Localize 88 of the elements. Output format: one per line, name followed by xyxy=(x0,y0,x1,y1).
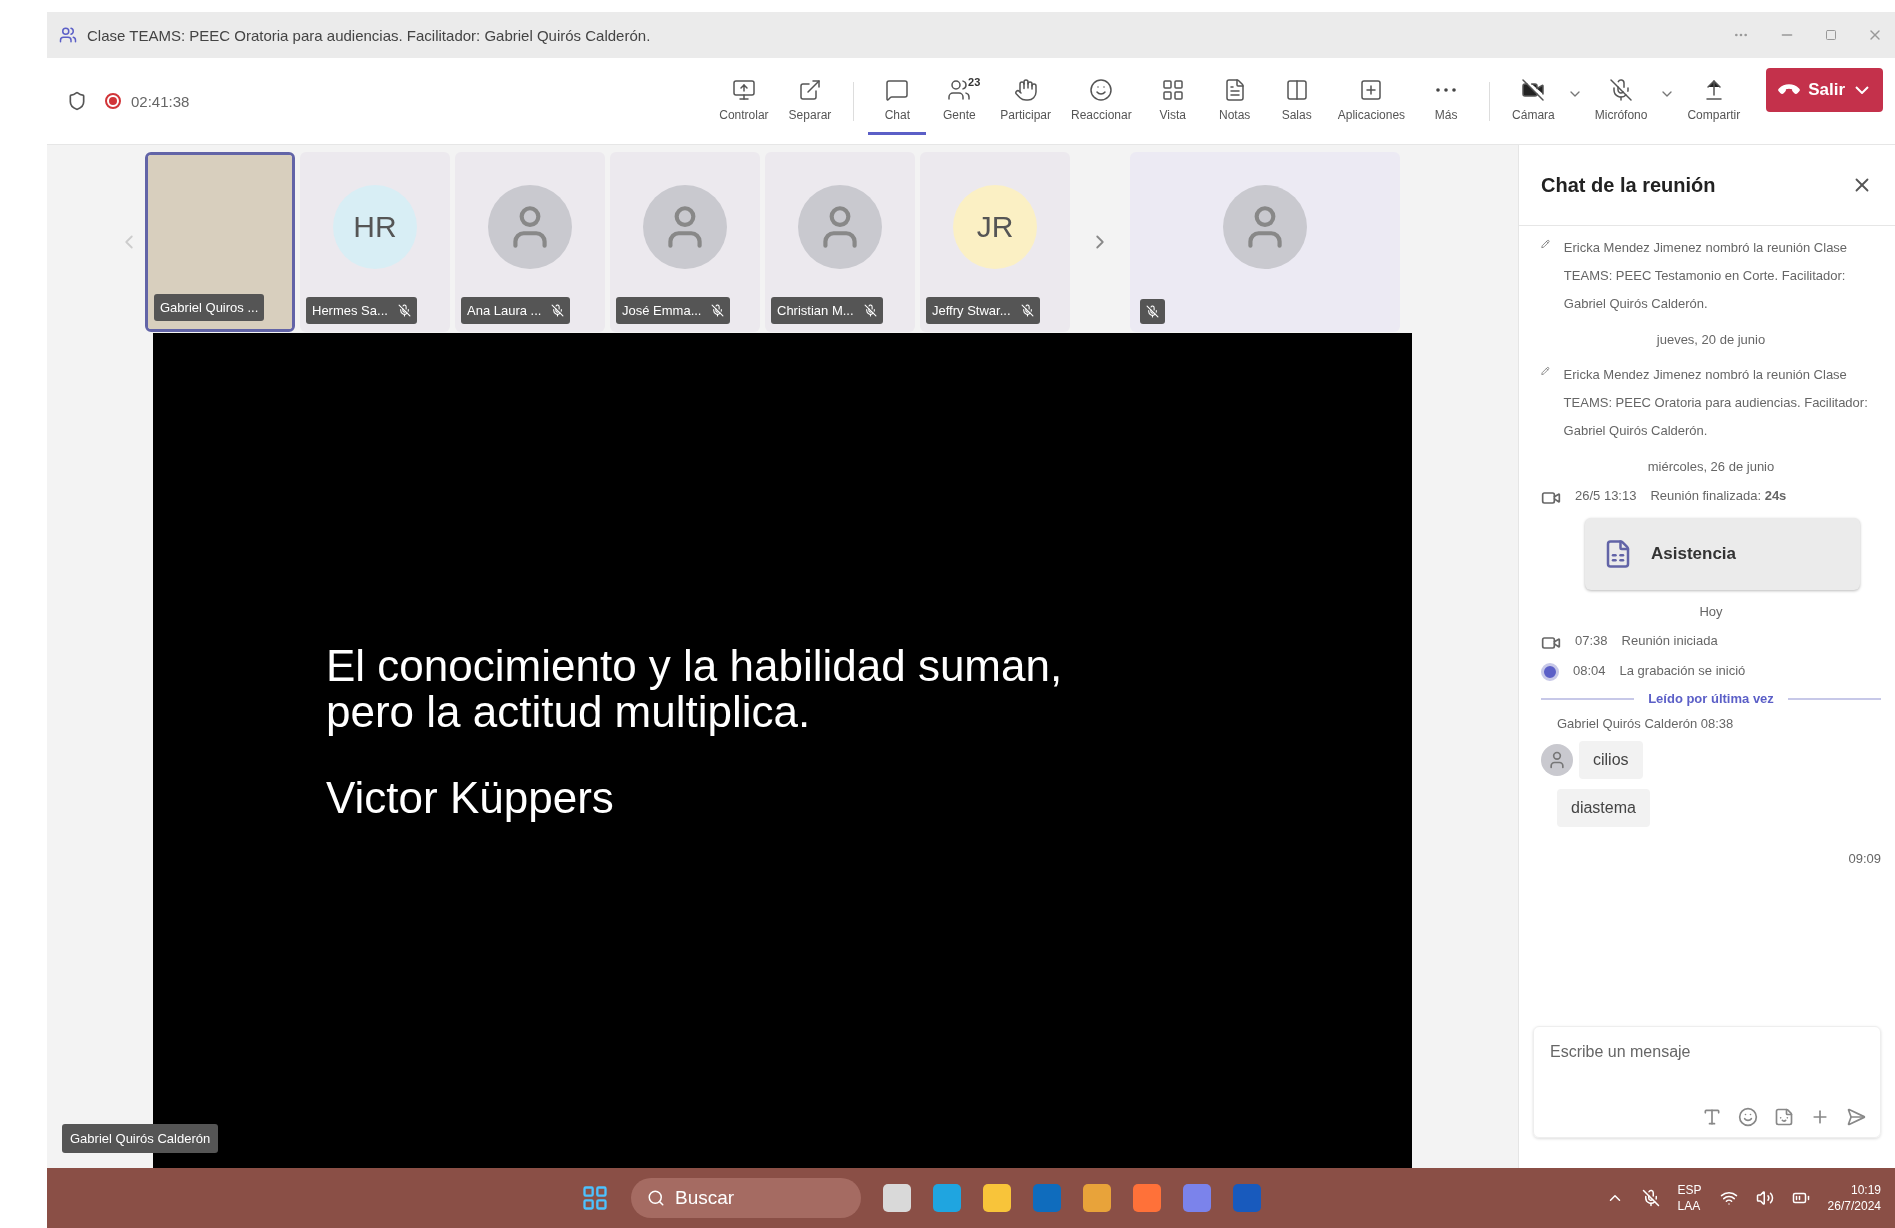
date-label: miércoles, 26 de junio xyxy=(1647,459,1775,474)
device-button[interactable]: Cámara xyxy=(1504,67,1563,135)
chat-title: Chat de la reunión xyxy=(1541,173,1716,197)
recording-icon xyxy=(1541,663,1559,681)
maximize-icon[interactable] xyxy=(1825,29,1837,41)
toolbar-button[interactable]: Vista xyxy=(1143,67,1202,135)
pop-out-icon xyxy=(797,77,822,102)
message-bubble: cilios xyxy=(1579,741,1643,779)
taskbar-app-icon[interactable] xyxy=(933,1184,961,1212)
quote-text: El conocimiento y la habilidad suman, xyxy=(326,643,1064,689)
apps-icon xyxy=(1359,77,1384,102)
participant-name: José Emma... xyxy=(616,296,731,324)
message-time: 09:09 xyxy=(1848,851,1881,866)
event-time: 07:38 xyxy=(1575,633,1608,648)
emoji-icon[interactable] xyxy=(1738,1107,1758,1127)
rooms-icon xyxy=(1284,77,1309,102)
participant-tile[interactable]: Gabriel Quiros ... xyxy=(145,151,295,332)
date-label: jueves, 20 de junio xyxy=(1656,332,1766,347)
toolbar-button[interactable]: Aplicaciones xyxy=(1329,67,1414,135)
participant-name: Gabriel Quiros ... xyxy=(154,293,265,321)
taskbar-search[interactable]: Buscar xyxy=(631,1178,861,1218)
device-button[interactable]: Compartir xyxy=(1679,67,1749,135)
toolbar-button[interactable]: Notas xyxy=(1205,67,1264,135)
taskbar-app-icon[interactable] xyxy=(983,1184,1011,1212)
participant-tile[interactable]: Christian M... xyxy=(765,151,915,332)
meeting-timer: 02:41:38 xyxy=(131,92,190,110)
participant-tile[interactable]: JR Jeffry Stwar... xyxy=(920,151,1070,332)
event-text: La grabación se inició xyxy=(1619,663,1746,678)
toolbar-button[interactable]: Chat xyxy=(868,67,927,135)
grid-icon xyxy=(1160,77,1185,102)
taskbar-app-icon[interactable] xyxy=(883,1184,911,1212)
last-read-label: Leído por última vez xyxy=(1648,691,1774,706)
event-text: Reunión finalizada: 24s xyxy=(1650,488,1787,503)
format-icon[interactable] xyxy=(1702,1107,1722,1127)
leave-button[interactable]: Salir xyxy=(1766,67,1883,112)
taskbar-app-icon[interactable] xyxy=(1133,1184,1161,1212)
shield-icon xyxy=(67,91,87,111)
toolbar-button[interactable]: Reaccionar xyxy=(1063,67,1140,135)
window-title: Clase TEAMS: PEEC Oratoria para audiencias. Facilitador: Gabriel Quirós Calderón. xyxy=(87,26,651,44)
wifi-icon xyxy=(1719,1189,1738,1207)
participant-name: Jeffry Stwar... xyxy=(926,296,1040,324)
date-label: Hoy xyxy=(1699,604,1723,619)
message-bubble: diastema xyxy=(1557,789,1650,827)
attendance-card[interactable]: Asistencia xyxy=(1585,518,1860,590)
volume-icon xyxy=(1755,1189,1774,1207)
send-icon[interactable] xyxy=(1846,1107,1866,1127)
message-sender: Gabriel Quirós Calderón 08:38 xyxy=(1557,716,1735,731)
participant-name: Hermes Sa... xyxy=(306,296,417,324)
participant-tile[interactable]: HR Hermes Sa... xyxy=(300,151,450,332)
participant-tile[interactable] xyxy=(1130,151,1400,332)
caret-icon xyxy=(1855,85,1869,94)
hand-icon xyxy=(1013,77,1038,102)
clock[interactable]: 10:19 26/7/2024 xyxy=(1827,1182,1881,1214)
event-time: 08:04 xyxy=(1573,663,1606,678)
toolbar-button[interactable]: Salas xyxy=(1267,67,1326,135)
initials-avatar: JR xyxy=(953,184,1037,269)
quote-text: pero la actitud multiplica. xyxy=(326,689,812,735)
participant-tile[interactable]: José Emma... xyxy=(610,151,760,332)
event-text: Ericka Mendez Jimenez nombró la reunión Clase TEAMS: PEEC Testamonio en Corte. Facilitador: Gabriel Quirós Calderón. xyxy=(1563,239,1849,313)
initials-avatar: HR xyxy=(333,184,417,269)
smile-icon xyxy=(1089,77,1114,102)
taskbar-app-icon[interactable] xyxy=(1083,1184,1111,1212)
sticker-icon[interactable] xyxy=(1774,1107,1794,1127)
mic-off-icon[interactable] xyxy=(1641,1189,1660,1207)
event-time: 26/5 13:13 xyxy=(1575,488,1637,503)
toolbar-button[interactable]: Más xyxy=(1417,67,1476,135)
toolbar-button[interactable]: Participar xyxy=(992,67,1059,135)
event-text: Ericka Mendez Jimenez nombró la reunión Clase TEAMS: PEEC Oratoria para audiencias. Facilitador: Gabriel Quirós Calderón. xyxy=(1563,366,1869,440)
participant-name: Ana Laura ... xyxy=(461,296,571,324)
screen-share-icon xyxy=(731,77,756,102)
device-button[interactable]: Micrófono xyxy=(1586,67,1656,135)
participant-tile[interactable]: Ana Laura ... xyxy=(455,151,605,332)
person-icon xyxy=(1547,750,1567,770)
language-indicator[interactable]: ESP LAA xyxy=(1677,1182,1702,1214)
toolbar-button[interactable]: Separar xyxy=(780,67,840,135)
taskbar-app-icon[interactable] xyxy=(1183,1184,1211,1212)
quote-author: Victor Küppers xyxy=(326,773,615,823)
mic-off-icon xyxy=(1609,77,1634,102)
more-icon xyxy=(1436,87,1457,92)
chat-icon xyxy=(885,77,910,102)
camera-off-icon xyxy=(1521,77,1546,102)
presenter-name: Gabriel Quirós Calderón xyxy=(62,1124,219,1153)
event-text: Reunión iniciada xyxy=(1621,633,1718,648)
search-icon xyxy=(647,1189,665,1207)
start-icon[interactable] xyxy=(581,1184,609,1212)
participant-name: Christian M... xyxy=(771,296,883,324)
toolbar-button[interactable]: Gente 23 xyxy=(930,67,989,135)
toolbar-button[interactable]: Controlar xyxy=(711,67,777,135)
